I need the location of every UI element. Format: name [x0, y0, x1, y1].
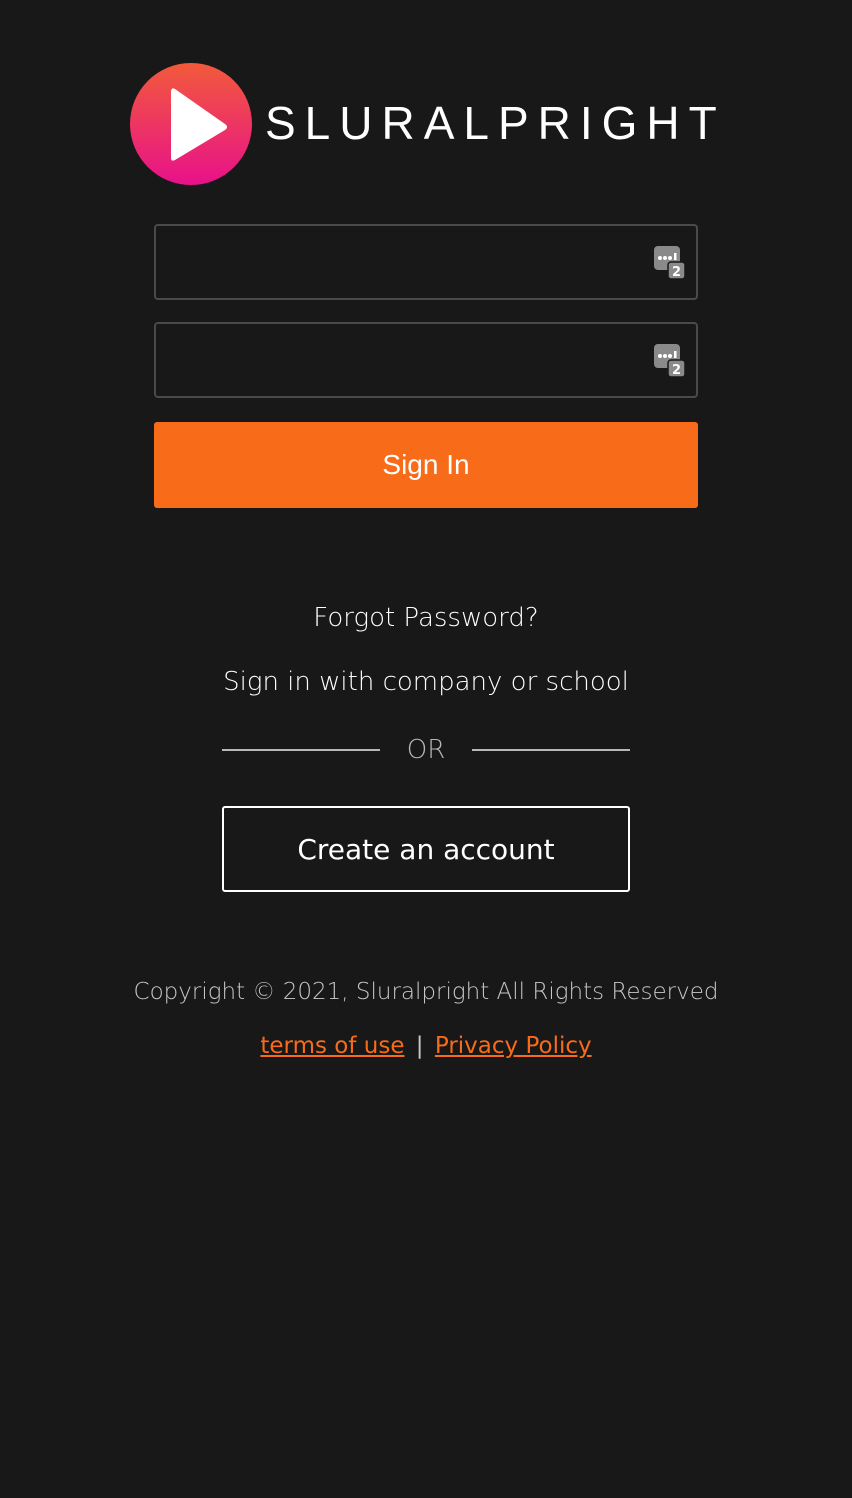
- divider-line-left: [222, 749, 380, 751]
- or-label: OR: [406, 735, 446, 765]
- login-page: SLURALPRIGHT 2 2 Sign In Forgot Password…: [0, 0, 852, 1498]
- play-icon: [130, 62, 252, 185]
- password-field[interactable]: 2: [154, 322, 698, 398]
- brand-logo: SLURALPRIGHT: [129, 61, 729, 186]
- password-manager-icon[interactable]: 2: [652, 244, 686, 282]
- or-divider: OR: [222, 730, 630, 770]
- username-input[interactable]: [156, 226, 696, 298]
- company-signin-link[interactable]: Sign in with company or school: [0, 667, 852, 697]
- privacy-policy-link[interactable]: Privacy Policy: [435, 1033, 592, 1059]
- password-manager-icon[interactable]: 2: [652, 342, 686, 380]
- divider-line-right: [472, 749, 630, 751]
- forgot-password-link[interactable]: Forgot Password?: [0, 603, 852, 633]
- create-account-button[interactable]: Create an account: [222, 806, 630, 892]
- username-field[interactable]: 2: [154, 224, 698, 300]
- footer-separator: |: [415, 1033, 424, 1059]
- brand-name: SLURALPRIGHT: [265, 96, 726, 149]
- icon-badge: 2: [672, 265, 681, 280]
- footer-links: terms of use | Privacy Policy: [0, 1033, 852, 1059]
- password-input[interactable]: [156, 324, 696, 396]
- sign-in-button[interactable]: Sign In: [154, 422, 698, 508]
- icon-badge: 2: [672, 363, 681, 378]
- terms-of-use-link[interactable]: terms of use: [260, 1033, 404, 1059]
- copyright-text: Copyright © 2021, Sluralpright All Right…: [133, 979, 719, 1005]
